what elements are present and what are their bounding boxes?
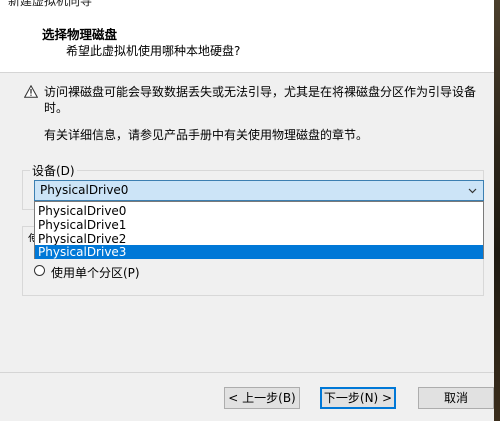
page-subtitle: 希望此虚拟机使用哪种本地硬盘? xyxy=(66,44,241,58)
window-title: 新建虚拟机向导 xyxy=(0,0,494,14)
warning-triangle-icon xyxy=(24,85,38,98)
dropdown-option[interactable]: PhysicalDrive0 xyxy=(35,204,483,218)
header-divider xyxy=(0,72,494,73)
cancel-button[interactable]: 取消 xyxy=(418,387,494,409)
device-dropdown-list: PhysicalDrive0 PhysicalDrive1 PhysicalDr… xyxy=(34,201,484,259)
next-button[interactable]: 下一步(N) > xyxy=(320,387,396,409)
footer-divider xyxy=(0,372,494,373)
dropdown-option-highlighted[interactable]: PhysicalDrive3 xyxy=(35,245,483,259)
device-label: 设备(D) xyxy=(30,162,77,179)
back-button[interactable]: < 上一步(B) xyxy=(224,387,300,409)
device-combobox[interactable]: PhysicalDrive0 xyxy=(34,180,484,201)
wizard-header: 选择物理磁盘 希望此虚拟机使用哪种本地硬盘? xyxy=(0,14,494,72)
info-text: 有关详细信息，请参见产品手册中有关使用物理磁盘的章节。 xyxy=(44,128,369,142)
new-vm-wizard-dialog: 新建虚拟机向导 选择物理磁盘 希望此虚拟机使用哪种本地硬盘? 访问裸磁盘可能会导… xyxy=(0,0,494,421)
chevron-down-icon xyxy=(468,188,477,194)
device-selected-value: PhysicalDrive0 xyxy=(40,183,129,197)
single-partition-label: 使用单个分区(P) xyxy=(51,266,140,280)
page-title: 选择物理磁盘 xyxy=(42,27,118,42)
dropdown-option[interactable]: PhysicalDrive1 xyxy=(35,218,483,232)
dropdown-option[interactable]: PhysicalDrive2 xyxy=(35,232,483,246)
radio-circle[interactable] xyxy=(34,265,45,276)
warning-text: 访问裸磁盘可能会导致数据丢失或无法引导，尤其是在将裸磁盘分区作为引导设备时。 xyxy=(44,85,477,115)
